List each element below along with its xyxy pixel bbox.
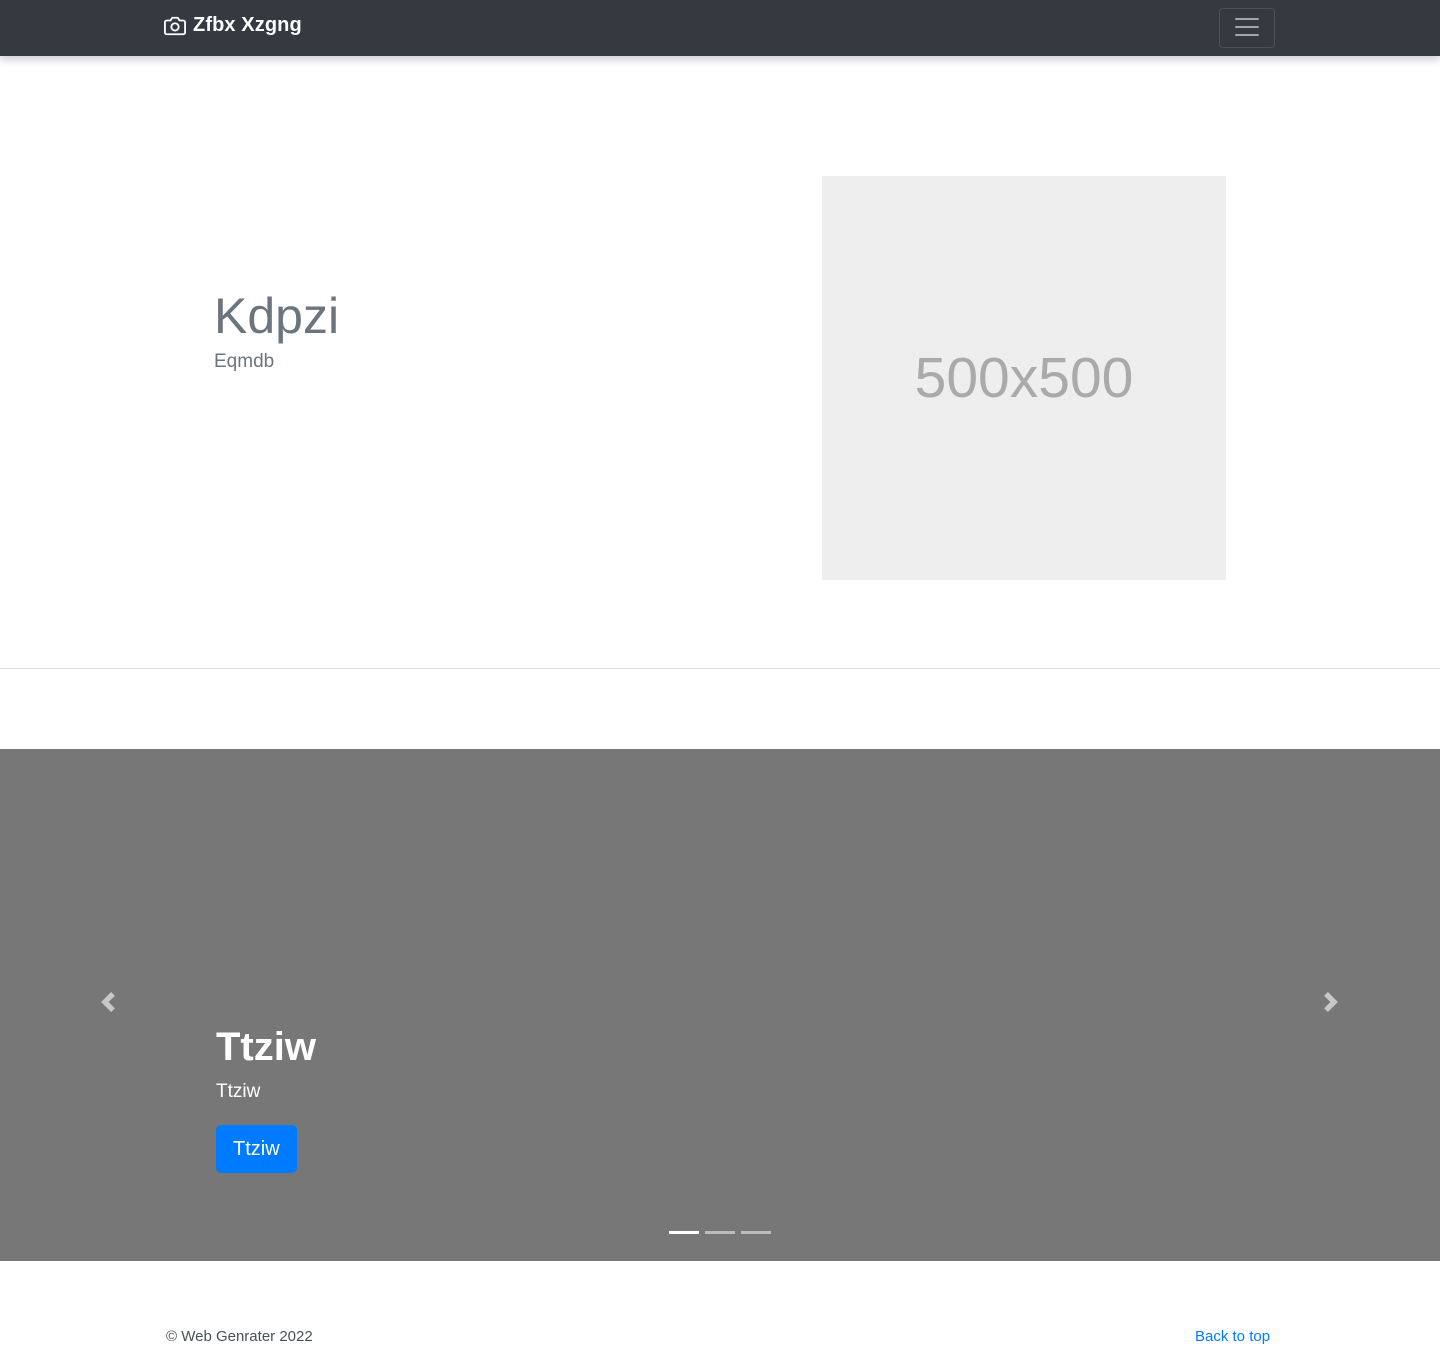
chevron-left-icon xyxy=(98,991,118,1017)
slide-text: Ttziw xyxy=(216,1081,261,1102)
navbar-toggler-button[interactable] xyxy=(1219,8,1275,48)
carousel: Ttziw Ttziw Ttziw xyxy=(0,749,1440,1261)
carousel-prev-button[interactable] xyxy=(93,989,123,1019)
brand-link[interactable]: Zfbx Xzgng xyxy=(164,14,302,37)
brand-name: Zfbx Xzgng xyxy=(193,14,302,36)
hero-title: Kdpzi xyxy=(214,288,340,344)
footer: © Web Genrater 2022 Back to top xyxy=(0,1261,1440,1349)
carousel-indicator-2[interactable] xyxy=(705,1231,735,1234)
carousel-indicator-3[interactable] xyxy=(741,1231,771,1234)
hero-subtitle: Eqmdb xyxy=(214,351,275,372)
hero-image-placeholder: 500x500 xyxy=(822,176,1226,580)
hero-section: Kdpzi Eqmdb 500x500 xyxy=(0,56,1440,668)
back-to-top-link[interactable]: Back to top xyxy=(1195,1328,1270,1345)
copyright-text: © Web Genrater 2022 xyxy=(166,1328,313,1345)
carousel-indicators xyxy=(669,1231,771,1234)
carousel-indicator-1[interactable] xyxy=(669,1231,699,1234)
menu-icon xyxy=(1232,12,1262,45)
placeholder-label: 500x500 xyxy=(914,346,1134,410)
slide-heading: Ttziw xyxy=(216,1025,316,1069)
chevron-right-icon xyxy=(1321,991,1341,1017)
slide-cta-button[interactable]: Ttziw xyxy=(216,1125,297,1173)
section-divider xyxy=(0,668,1440,669)
camera-icon xyxy=(164,15,186,37)
navbar: Zfbx Xzgng xyxy=(0,0,1440,56)
carousel-next-button[interactable] xyxy=(1316,989,1346,1019)
